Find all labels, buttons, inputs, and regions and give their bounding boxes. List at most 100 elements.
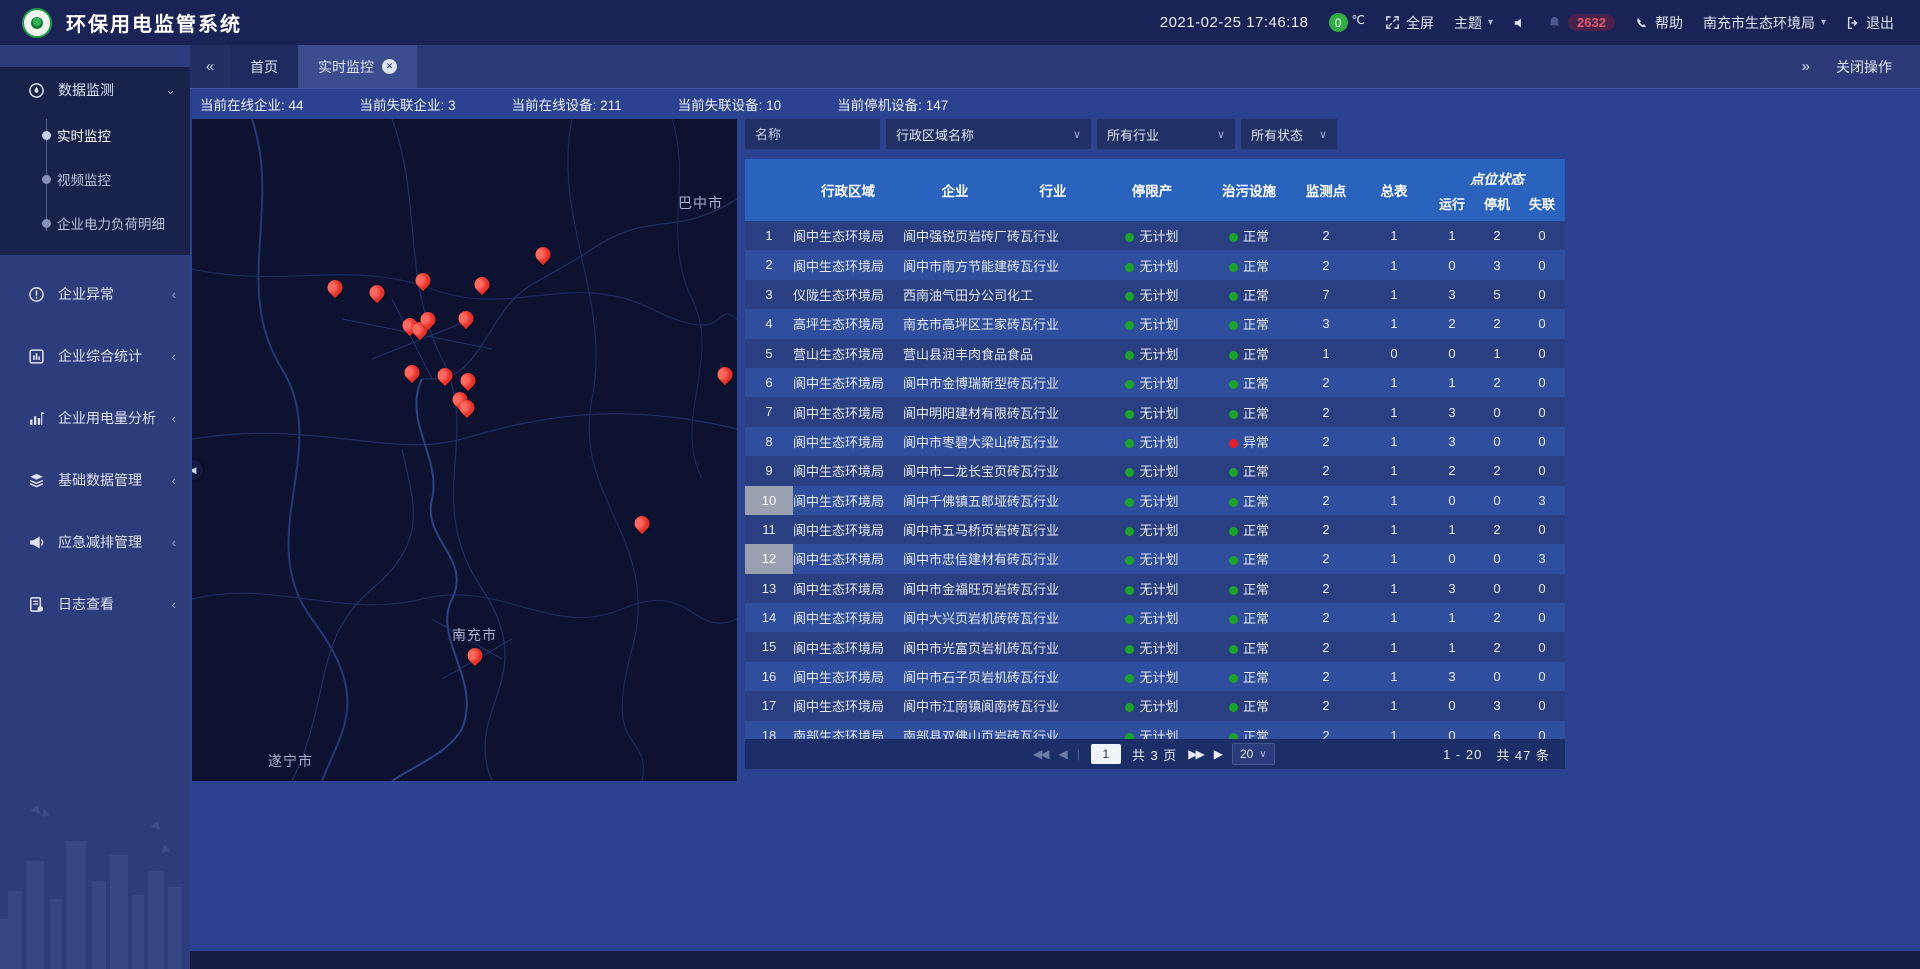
cell-monitor-count: 2 — [1293, 551, 1359, 566]
cell-lost-count: 0 — [1519, 463, 1565, 478]
sidebar-item-企业用电量分析[interactable]: 企业用电量分析‹ — [0, 395, 190, 441]
next-page-button[interactable]: ▶▶ — [1188, 747, 1202, 761]
map-roads-decoration — [192, 119, 737, 781]
mute-button[interactable] — [1513, 16, 1527, 30]
cell-region: 阆中生态环境局 — [793, 461, 903, 480]
cell-run-count: 1 — [1429, 522, 1475, 537]
table-row[interactable]: 5营山生态环境局营山县润丰肉食品有限食品无计划正常10010 — [745, 339, 1565, 368]
first-page-button[interactable]: ◀◀ — [1033, 747, 1047, 761]
page-size-select[interactable]: 20 ∨ — [1232, 743, 1275, 765]
page-number-input[interactable] — [1091, 744, 1121, 764]
cell-industry: 砖瓦行业 — [1007, 491, 1099, 510]
industry-select[interactable]: 所有行业 ∨ — [1097, 119, 1235, 149]
sidebar-subitem-企业电力负荷明细[interactable]: 企业电力负荷明细 — [57, 201, 190, 245]
logout-button[interactable]: 退出 — [1846, 13, 1894, 33]
sidebar-group: 应急减排管理‹ — [0, 519, 190, 565]
table-row[interactable]: 8阆中生态环境局阆中市枣碧大梁山页岩砖瓦行业无计划异常21300 — [745, 427, 1565, 456]
sidebar: 数据监测⌄实时监控视频监控企业电力负荷明细企业异常‹ 企业综合统计‹ 企业用电量分析… — [0, 45, 190, 969]
table-row[interactable]: 1阆中生态环境局阆中强锐页岩砖厂砖瓦行业无计划正常21120 — [745, 221, 1565, 250]
sidebar-item-应急减排管理[interactable]: 应急减排管理‹ — [0, 519, 190, 565]
cell-monitor-count: 2 — [1293, 581, 1359, 596]
map-pin-icon[interactable] — [416, 273, 431, 288]
chevron-down-icon: ∨ — [1259, 749, 1266, 760]
map-pin-icon[interactable] — [370, 285, 385, 300]
cell-company: 阆中千佛镇五郎垭页岩 — [903, 491, 1007, 510]
tab-bar: « 首页 实时监控 ✕ » 关闭操作 — [190, 45, 1920, 88]
cell-stop-count: 0 — [1475, 669, 1519, 684]
tab-home[interactable]: 首页 — [230, 45, 298, 88]
green-dot-icon — [1125, 380, 1134, 389]
close-operations-button[interactable]: 关闭操作 — [1836, 57, 1892, 77]
table-row[interactable]: 12阆中生态环境局阆中市忠信建材有限公砖瓦行业无计划正常21003 — [745, 544, 1565, 573]
tab-realtime-label: 实时监控 — [318, 57, 374, 77]
stat-value: 3 — [448, 98, 456, 113]
table-row[interactable]: 18南部生态环境局南部县双佛山页岩有限砖瓦行业无计划正常21060 — [745, 721, 1565, 739]
table-row[interactable]: 7阆中生态环境局阆中明阳建材有限公司砖瓦行业无计划正常21300 — [745, 397, 1565, 426]
stat-item: 当前在线设备: 211 — [512, 94, 622, 114]
table-row[interactable]: 2阆中生态环境局阆中市南方节能建材有砖瓦行业无计划正常21030 — [745, 250, 1565, 279]
table-row[interactable]: 14阆中生态环境局阆中大兴页岩机砖厂砖瓦行业无计划正常21120 — [745, 603, 1565, 632]
table-row[interactable]: 6阆中生态环境局阆中市金博瑞新型墙材砖瓦行业无计划正常21120 — [745, 368, 1565, 397]
cell-industry: 砖瓦行业 — [1007, 256, 1099, 275]
column-header: 失联 — [1519, 194, 1565, 213]
total-pages-label: 共 3 页 — [1132, 745, 1177, 764]
chevron-left-icon: ‹ — [172, 287, 176, 302]
sidebar-item-基础数据管理[interactable]: 基础数据管理‹ — [0, 457, 190, 503]
table-row[interactable]: 4高坪生态环境局南充市高坪区王家店建砖瓦行业无计划正常31220 — [745, 309, 1565, 338]
region-select[interactable]: 行政区域名称 ∨ — [886, 119, 1091, 149]
sidebar-subitem-视频监控[interactable]: 视频监控 — [57, 157, 190, 201]
table-row[interactable]: 13阆中生态环境局阆中市金福旺页岩机砖砖瓦行业无计划正常21300 — [745, 574, 1565, 603]
map-pin-icon[interactable] — [461, 373, 476, 388]
sidebar-item-企业综合统计[interactable]: 企业综合统计‹ — [0, 333, 190, 379]
sidebar-item-数据监测[interactable]: 数据监测⌄ — [0, 67, 190, 113]
map-pin-icon[interactable] — [536, 247, 551, 262]
org-dropdown[interactable]: 南充市生态环境局 ▾ — [1703, 13, 1826, 33]
log-icon — [28, 596, 45, 613]
green-dot-icon — [1125, 351, 1134, 360]
map-pin-icon[interactable] — [405, 365, 420, 380]
theme-dropdown[interactable]: 主题 ▾ — [1454, 13, 1493, 33]
temperature-unit: ℃ — [1352, 13, 1365, 27]
map-city-label: 遂宁市 — [268, 751, 313, 771]
chevrons-left-icon: « — [206, 58, 214, 75]
map-pin-icon[interactable] — [421, 312, 436, 327]
tabs-scroll-left-button[interactable]: « — [190, 45, 230, 88]
cell-meter-count: 1 — [1359, 698, 1429, 713]
cell-rownum: 13 — [745, 574, 793, 603]
notifications[interactable]: 2632 — [1547, 14, 1615, 31]
cell-industry: 砖瓦行业 — [1007, 432, 1099, 451]
fullscreen-icon — [1385, 15, 1400, 30]
map-pin-icon[interactable] — [718, 367, 733, 382]
table-row[interactable]: 16阆中生态环境局阆中市石子页岩机砖厂砖瓦行业无计划正常21300 — [745, 662, 1565, 691]
table-row[interactable]: 11阆中生态环境局阆中市五马桥页岩机砖砖瓦行业无计划正常21120 — [745, 515, 1565, 544]
cell-stop-count: 0 — [1475, 551, 1519, 566]
status-select[interactable]: 所有状态 ∨ — [1241, 119, 1337, 149]
map-pin-icon[interactable] — [475, 277, 490, 292]
table-row[interactable]: 9阆中生态环境局阆中市二龙长宝页岩砖砖瓦行业无计划正常21220 — [745, 456, 1565, 485]
map-pin-icon[interactable] — [438, 368, 453, 383]
map-panel[interactable]: 巴中市南充市遂宁市 ◀ — [192, 119, 737, 781]
green-dot-icon — [1229, 527, 1238, 536]
green-dot-icon — [1229, 321, 1238, 330]
table-row[interactable]: 15阆中生态环境局阆中市光富页岩机砖厂砖瓦行业无计划正常21120 — [745, 632, 1565, 661]
map-pin-icon[interactable] — [460, 400, 475, 415]
tab-close-icon[interactable]: ✕ — [382, 59, 397, 74]
last-page-button[interactable]: ▶ — [1214, 747, 1221, 761]
table-row[interactable]: 10阆中生态环境局阆中千佛镇五郎垭页岩砖瓦行业无计划正常21003 — [745, 486, 1565, 515]
sidebar-item-企业异常[interactable]: 企业异常‹ — [0, 271, 190, 317]
chevrons-right-icon[interactable]: » — [1802, 58, 1810, 75]
map-pin-icon[interactable] — [459, 311, 474, 326]
table-row[interactable]: 17阆中生态环境局阆中市江南镇阆南页岩砖瓦行业无计划正常21030 — [745, 691, 1565, 720]
prev-page-button[interactable]: ◀ — [1058, 747, 1065, 761]
map-pin-icon[interactable] — [468, 648, 483, 663]
sidebar-subitem-实时监控[interactable]: 实时监控 — [57, 113, 190, 157]
fullscreen-button[interactable]: 全屏 — [1385, 13, 1434, 33]
map-pin-icon[interactable] — [328, 280, 343, 295]
table-row[interactable]: 3仪陇生态环境局西南油气田分公司川中化工无计划正常71350 — [745, 280, 1565, 309]
help-button[interactable]: 帮助 — [1635, 13, 1683, 33]
name-search-input[interactable] — [745, 119, 880, 149]
cell-facility-status: 正常 — [1205, 285, 1293, 304]
map-pin-icon[interactable] — [635, 516, 650, 531]
tab-realtime-monitor[interactable]: 实时监控 ✕ — [298, 45, 417, 88]
sidebar-item-日志查看[interactable]: 日志查看‹ — [0, 581, 190, 627]
